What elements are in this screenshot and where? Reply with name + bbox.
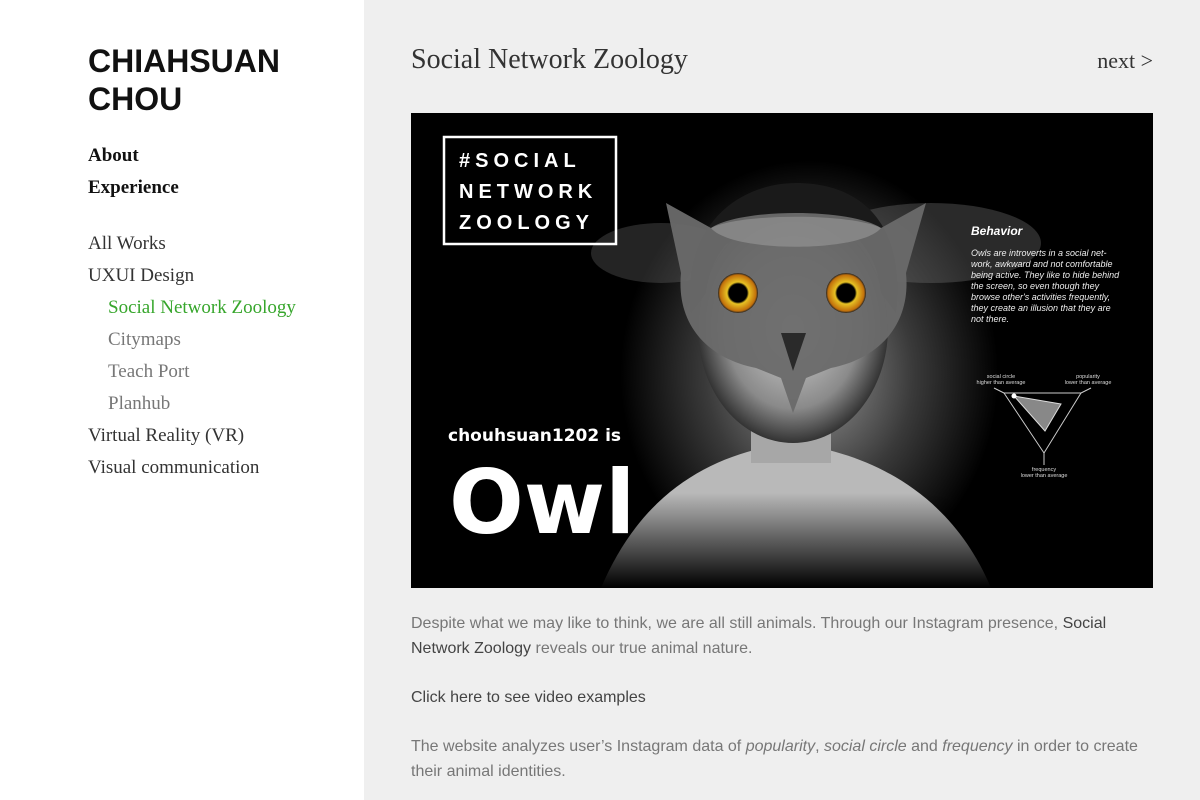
video-examples-link[interactable]: Click here to see video examples (411, 689, 646, 706)
term-popularity: popularity (745, 738, 816, 755)
badge-line-3: ZOOLOGY (459, 212, 594, 234)
site-logo[interactable]: CHIAHSUAN CHOU (88, 42, 280, 118)
behavior-line: work, awkward and not comfortable (971, 259, 1113, 269)
nav-citymaps[interactable]: Citymaps (88, 324, 296, 356)
nav-virtual-reality[interactable]: Virtual Reality (VR) (88, 420, 296, 452)
term-frequency: frequency (942, 738, 1013, 755)
works-nav: All Works UXUI Design Social Network Zoo… (88, 228, 296, 484)
right-eye (826, 273, 866, 313)
nav-about[interactable]: About (88, 140, 179, 172)
nav-social-network-zoology[interactable]: Social Network Zoology (88, 292, 296, 324)
sidebar: CHIAHSUAN CHOU About Experience All Work… (0, 0, 364, 800)
intro-paragraph: Despite what we may like to think, we ar… (411, 611, 1153, 661)
animal-name: Owl (449, 451, 635, 554)
analysis-text: The website analyzes user’s Instagram da… (411, 738, 746, 755)
username-line: chouhsuan1202 is (448, 426, 621, 446)
nav-visual-communication[interactable]: Visual communication (88, 452, 296, 484)
nav-all-works[interactable]: All Works (88, 228, 296, 260)
nav-experience[interactable]: Experience (88, 172, 179, 204)
behavior-line: not there. (971, 314, 1009, 324)
badge-line-2: NETWORK (459, 181, 597, 203)
comma: , (815, 738, 824, 755)
behavior-text: Owls are introverts in a social net- wor… (971, 248, 1120, 324)
logo-line-2: CHOU (88, 81, 183, 117)
hero-image: #SOCIAL NETWORK ZOOLOGY chouhsuan1202 is… (411, 113, 1153, 588)
behavior-line: being active. They like to hide behind (971, 270, 1120, 280)
left-eye (718, 273, 758, 313)
radar-popularity-sub: lower than average (1065, 380, 1112, 386)
nav-uxui-design[interactable]: UXUI Design (88, 260, 296, 292)
page-title: Social Network Zoology (411, 44, 688, 75)
logo-line-1: CHIAHSUAN (88, 43, 280, 79)
analysis-paragraph: The website analyzes user’s Instagram da… (411, 734, 1153, 784)
term-social-circle: social circle (823, 738, 907, 755)
intro-text: Despite what we may like to think, we ar… (411, 615, 1063, 632)
behavior-line: they create an illusion that they are (971, 303, 1111, 313)
radar-frequency-sub: lower than average (1021, 473, 1068, 479)
primary-nav: About Experience (88, 140, 179, 204)
nav-planhub[interactable]: Planhub (88, 388, 296, 420)
badge-line-1: #SOCIAL (459, 150, 581, 172)
and-word: and (906, 738, 943, 755)
intro-text-end: reveals our true animal nature. (531, 640, 753, 657)
behavior-title: Behavior (971, 224, 1024, 238)
nav-teach-port[interactable]: Teach Port (88, 356, 296, 388)
radar-social-circle-sub: higher than average (977, 380, 1026, 386)
main-content: Social Network Zoology next > #SOCIAL NE… (364, 0, 1200, 800)
next-link[interactable]: next > (1097, 48, 1153, 74)
behavior-line: Owls are introverts in a social net- (971, 248, 1107, 258)
behavior-line: browse other's activities frequently, (971, 292, 1110, 302)
behavior-line: the screen, so even though they (971, 281, 1100, 291)
